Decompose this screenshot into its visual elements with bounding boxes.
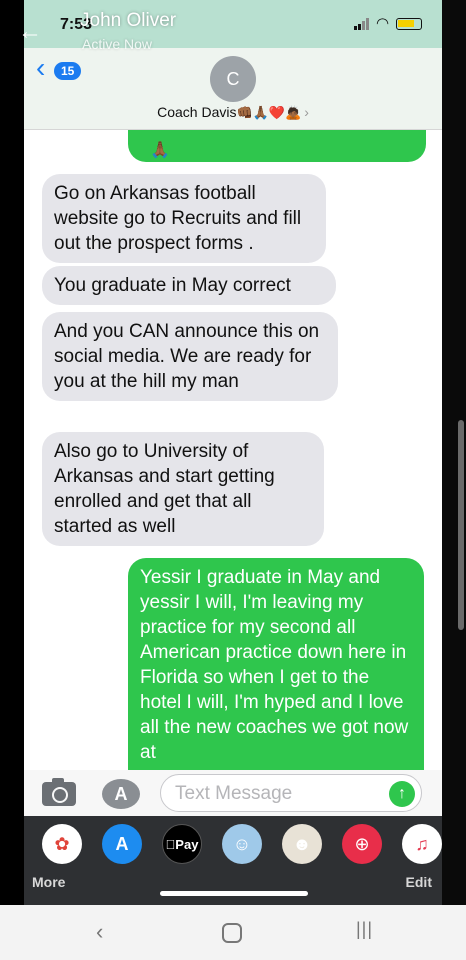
- send-arrow-icon[interactable]: ↑: [389, 781, 415, 807]
- message-text: And you CAN announce this on social medi…: [54, 321, 320, 392]
- messages-screen: 7:53 ◠ ‹ 15 C Coach Davis👊🏾🙏🏾❤️🙇🏾 › 🙏🏾 Go…: [24, 0, 442, 905]
- app-drawer: ✿ A Pay ☺ ☻ ⊕ ♫ More Edit: [24, 816, 442, 905]
- back-arrow-icon[interactable]: ←: [18, 18, 42, 46]
- status-bar: 7:53 ◠: [24, 0, 442, 48]
- message-text: Yessir I graduate in May and yessir I wi…: [140, 567, 409, 763]
- apple-pay-icon[interactable]: Pay: [162, 824, 202, 864]
- chevron-right-icon: ›: [304, 104, 309, 120]
- contact-emoji: 👊🏾🙏🏾❤️🙇🏾: [236, 105, 302, 120]
- scrollbar-thumb[interactable]: [458, 420, 464, 630]
- wifi-icon: ◠: [376, 15, 390, 32]
- status-time: 7:53: [60, 16, 93, 33]
- message-bubble-incoming[interactable]: Also go to University of Arkansas and st…: [42, 432, 324, 546]
- more-label[interactable]: More: [32, 874, 65, 890]
- message-list: 🙏🏾 Go on Arkansas football website go to…: [24, 130, 442, 770]
- animoji-monkey-icon[interactable]: ☻: [282, 824, 322, 864]
- message-text: You graduate in May correct: [54, 275, 291, 296]
- android-back-icon[interactable]: ‹: [96, 919, 103, 945]
- conversation-header: ‹ 15 C Coach Davis👊🏾🙏🏾❤️🙇🏾 ›: [24, 48, 442, 130]
- message-bubble-outgoing[interactable]: 🙏🏾: [128, 130, 426, 162]
- message-bubble-outgoing[interactable]: Yessir I graduate in May and yessir I wi…: [128, 558, 424, 770]
- chevron-left-icon[interactable]: ‹: [36, 54, 45, 82]
- apps-icon[interactable]: A: [102, 779, 140, 809]
- contact-name-row[interactable]: Coach Davis👊🏾🙏🏾❤️🙇🏾 ›: [24, 104, 442, 121]
- music-icon[interactable]: ♫: [402, 824, 442, 864]
- compose-bar: A ↑: [24, 770, 442, 816]
- side-strip: [442, 0, 466, 905]
- app-store-icon[interactable]: A: [102, 824, 142, 864]
- apple-pay-label: Pay: [170, 837, 198, 852]
- message-field[interactable]: ↑: [160, 774, 422, 812]
- unread-badge[interactable]: 15: [54, 62, 82, 80]
- camera-icon[interactable]: [42, 778, 76, 806]
- battery-icon: [396, 18, 422, 30]
- message-bubble-incoming[interactable]: And you CAN announce this on social medi…: [42, 312, 338, 401]
- message-input[interactable]: [175, 783, 375, 805]
- message-text: Go on Arkansas football website go to Re…: [54, 183, 302, 254]
- message-bubble-incoming[interactable]: You graduate in May correct: [42, 266, 336, 305]
- android-recents-icon[interactable]: |||: [356, 919, 373, 940]
- signal-icon: [354, 18, 372, 30]
- android-nav-bar: ‹ |||: [0, 905, 466, 960]
- contact-name: Coach Davis: [157, 104, 237, 120]
- image-search-icon[interactable]: ⊕: [342, 824, 382, 864]
- android-home-icon[interactable]: [222, 923, 242, 943]
- photos-app-icon[interactable]: ✿: [42, 824, 82, 864]
- message-bubble-incoming[interactable]: Go on Arkansas football website go to Re…: [42, 174, 326, 263]
- avatar[interactable]: C: [210, 56, 256, 102]
- message-text: Also go to University of Arkansas and st…: [54, 441, 275, 537]
- message-text: 🙏🏾: [150, 142, 170, 159]
- memoji-icon[interactable]: ☺: [222, 824, 262, 864]
- home-indicator[interactable]: [160, 891, 308, 896]
- edit-label[interactable]: Edit: [406, 874, 432, 890]
